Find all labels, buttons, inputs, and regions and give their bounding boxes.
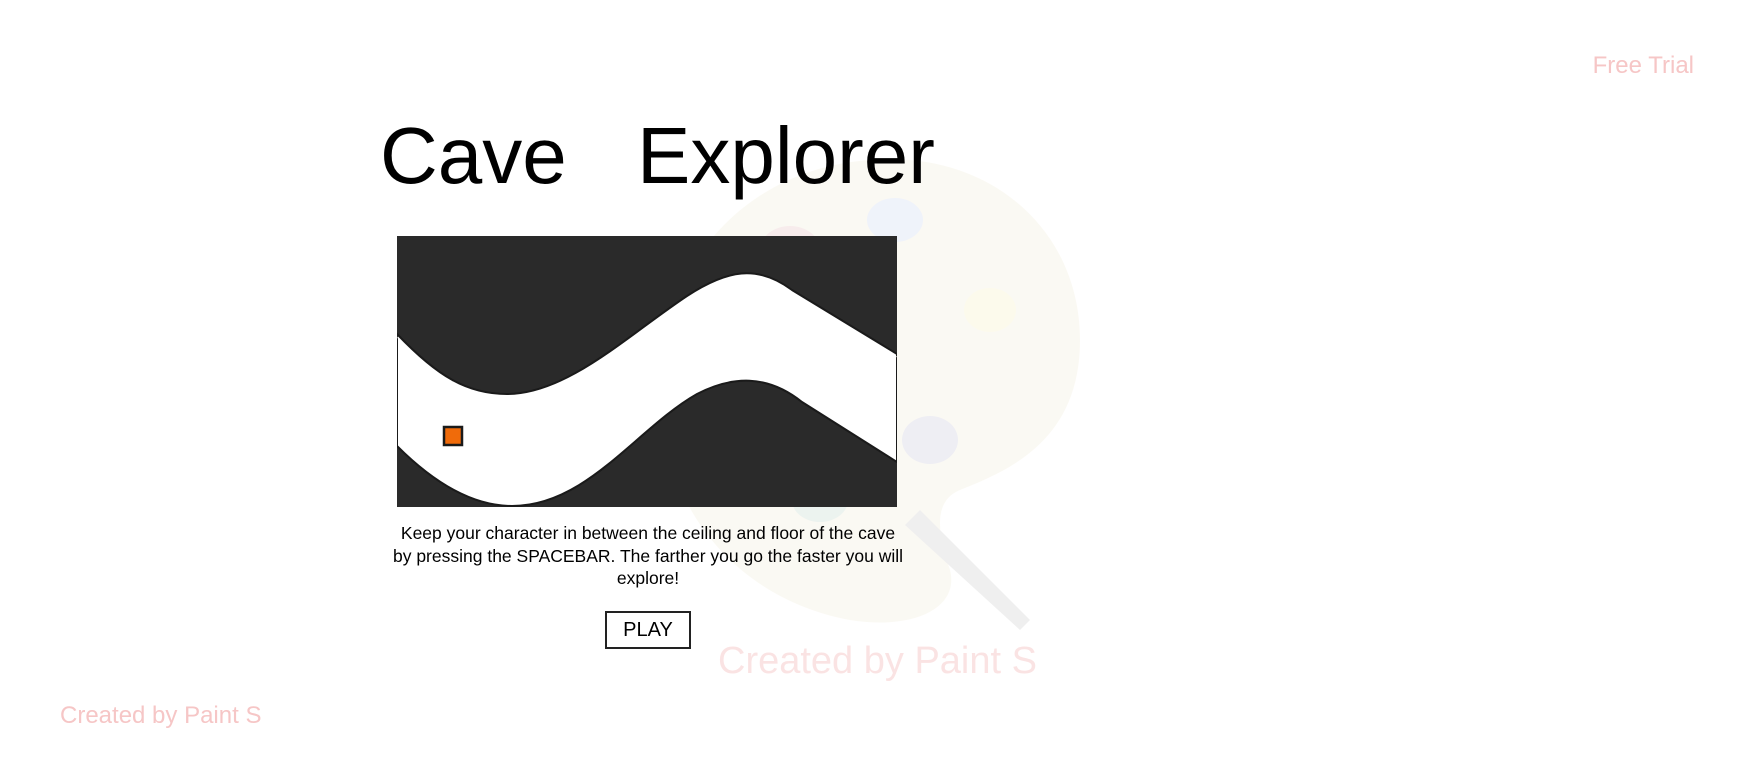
game-page: Created by Paint S Free Trial Cave Explo… (0, 0, 1746, 778)
game-canvas[interactable] (397, 236, 897, 507)
game-instructions: Keep your character in between the ceili… (392, 523, 904, 588)
free-trial-link[interactable]: Free Trial (1593, 52, 1694, 80)
player-character (442, 425, 464, 447)
play-button[interactable]: PLAY (605, 611, 691, 649)
watermark-credit-text: Created by Paint S (718, 640, 1037, 682)
cave-scene (397, 236, 897, 507)
game-title: Cave Explorer (380, 111, 935, 200)
footer-credit: Created by Paint S (60, 702, 262, 729)
